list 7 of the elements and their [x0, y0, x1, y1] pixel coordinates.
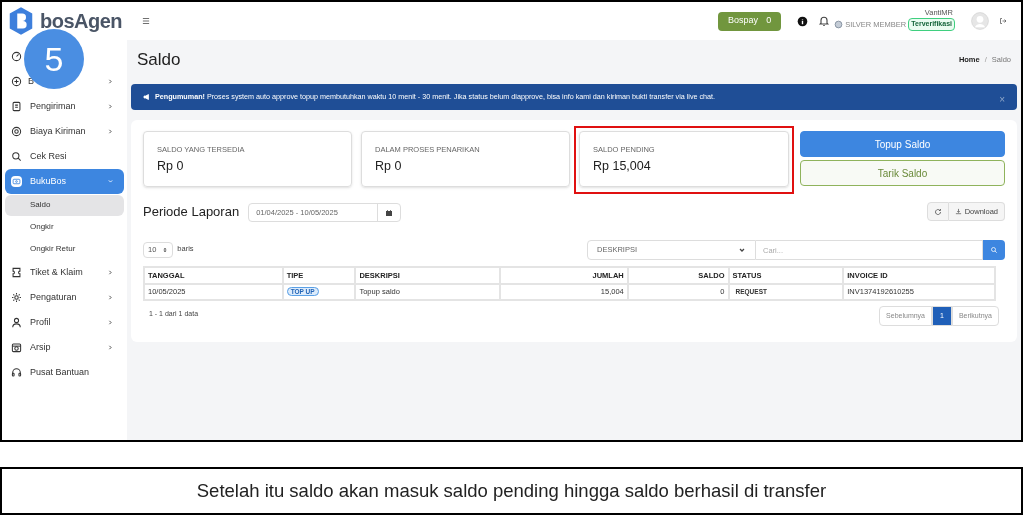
report-title: Periode Laporan [143, 203, 240, 221]
stat-value: Rp 15,004 [593, 158, 652, 176]
stat-value: Rp 0 [375, 158, 403, 176]
page-title: Saldo [137, 49, 181, 72]
stat-value: Rp 0 [157, 158, 185, 176]
logo-text: bosAgen [40, 9, 123, 34]
caption-text: Setelah itu saldo akan masuk saldo pending hingga saldo berhasil di transfer [196, 479, 827, 504]
